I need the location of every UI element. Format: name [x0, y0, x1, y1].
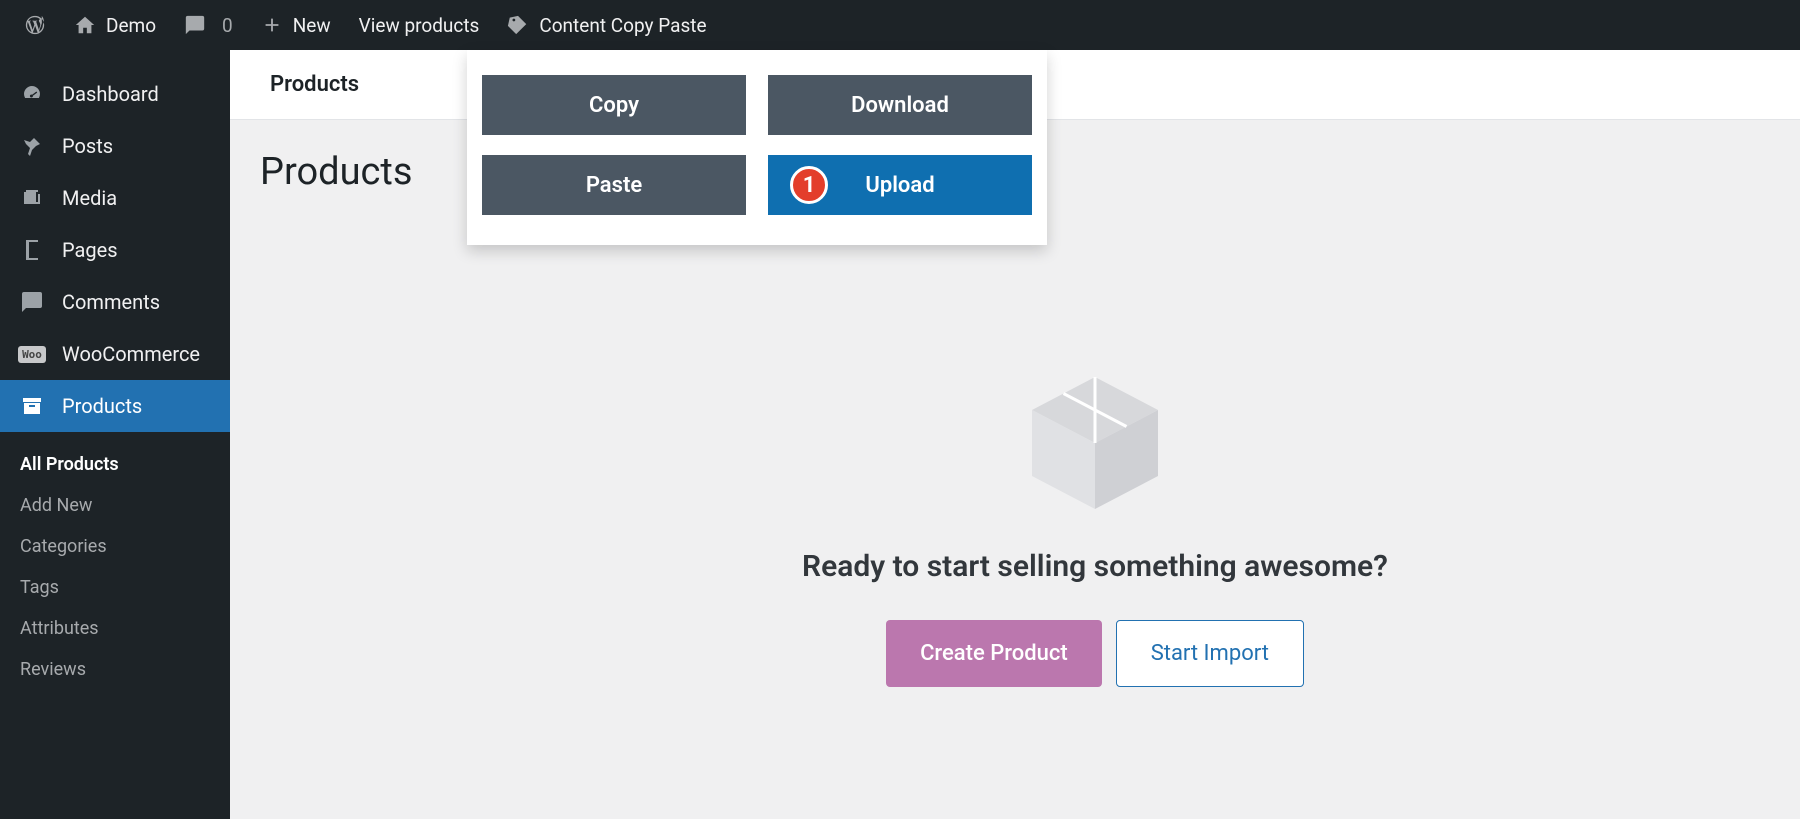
dashboard-icon [20, 82, 44, 106]
submenu-tags[interactable]: Tags [20, 567, 230, 608]
site-name: Demo [106, 14, 156, 37]
media-icon [20, 186, 44, 210]
products-submenu: All Products Add New Categories Tags Att… [0, 432, 230, 702]
menu-label: Media [62, 186, 117, 210]
content-copy-paste-link[interactable]: Content Copy Paste [493, 0, 720, 50]
menu-pages[interactable]: Pages [0, 224, 230, 276]
page-icon [20, 238, 44, 262]
comment-icon [184, 14, 206, 36]
plus-icon [261, 14, 283, 36]
ccp-label: Content Copy Paste [539, 14, 706, 37]
empty-state: Ready to start selling something awesome… [695, 365, 1495, 687]
menu-label: Products [62, 394, 142, 418]
start-import-button[interactable]: Start Import [1116, 620, 1304, 687]
paste-button[interactable]: Paste [482, 155, 746, 215]
wp-logo[interactable] [10, 0, 60, 50]
ccp-panel: Copy Download Paste 1 Upload [467, 50, 1047, 245]
step-badge: 1 [790, 166, 828, 204]
submenu-add-new[interactable]: Add New [20, 485, 230, 526]
view-products-link[interactable]: View products [345, 0, 494, 50]
comments-link[interactable]: 0 [170, 0, 247, 50]
menu-products[interactable]: Products [0, 380, 230, 432]
empty-heading: Ready to start selling something awesome… [695, 549, 1495, 584]
upload-button[interactable]: 1 Upload [768, 155, 1032, 215]
pin-icon [20, 134, 44, 158]
menu-label: Comments [62, 290, 160, 314]
menu-posts[interactable]: Posts [0, 120, 230, 172]
tab-products[interactable]: Products [230, 50, 399, 119]
view-products-label: View products [359, 14, 480, 37]
submenu-all-products[interactable]: All Products [20, 444, 230, 485]
submenu-attributes[interactable]: Attributes [20, 608, 230, 649]
menu-comments[interactable]: Comments [0, 276, 230, 328]
menu-woocommerce[interactable]: Woo WooCommerce [0, 328, 230, 380]
upload-label: Upload [865, 173, 934, 198]
wordpress-icon [24, 14, 46, 36]
site-home-link[interactable]: Demo [60, 0, 170, 50]
menu-media[interactable]: Media [0, 172, 230, 224]
comments-count: 0 [222, 14, 233, 37]
new-link[interactable]: New [247, 0, 345, 50]
create-product-button[interactable]: Create Product [886, 620, 1102, 687]
menu-dashboard[interactable]: Dashboard [0, 68, 230, 120]
new-label: New [293, 14, 331, 37]
submenu-categories[interactable]: Categories [20, 526, 230, 567]
main-content: Products Products Copy Download Paste 1 … [230, 50, 1800, 819]
menu-label: Posts [62, 134, 113, 158]
copy-button[interactable]: Copy [482, 75, 746, 135]
admin-bar: Demo 0 New View products Content Copy Pa… [0, 0, 1800, 50]
menu-label: Pages [62, 238, 118, 262]
home-icon [74, 14, 96, 36]
comment-icon [20, 290, 44, 314]
submenu-reviews[interactable]: Reviews [20, 649, 230, 690]
woo-icon: Woo [20, 342, 44, 366]
archive-icon [20, 394, 44, 418]
download-button[interactable]: Download [768, 75, 1032, 135]
admin-sidebar: Dashboard Posts Media Pages Comments Woo… [0, 50, 230, 819]
menu-label: WooCommerce [62, 342, 200, 366]
tag-icon [507, 14, 529, 36]
box-icon [1020, 365, 1170, 515]
menu-label: Dashboard [62, 82, 159, 106]
